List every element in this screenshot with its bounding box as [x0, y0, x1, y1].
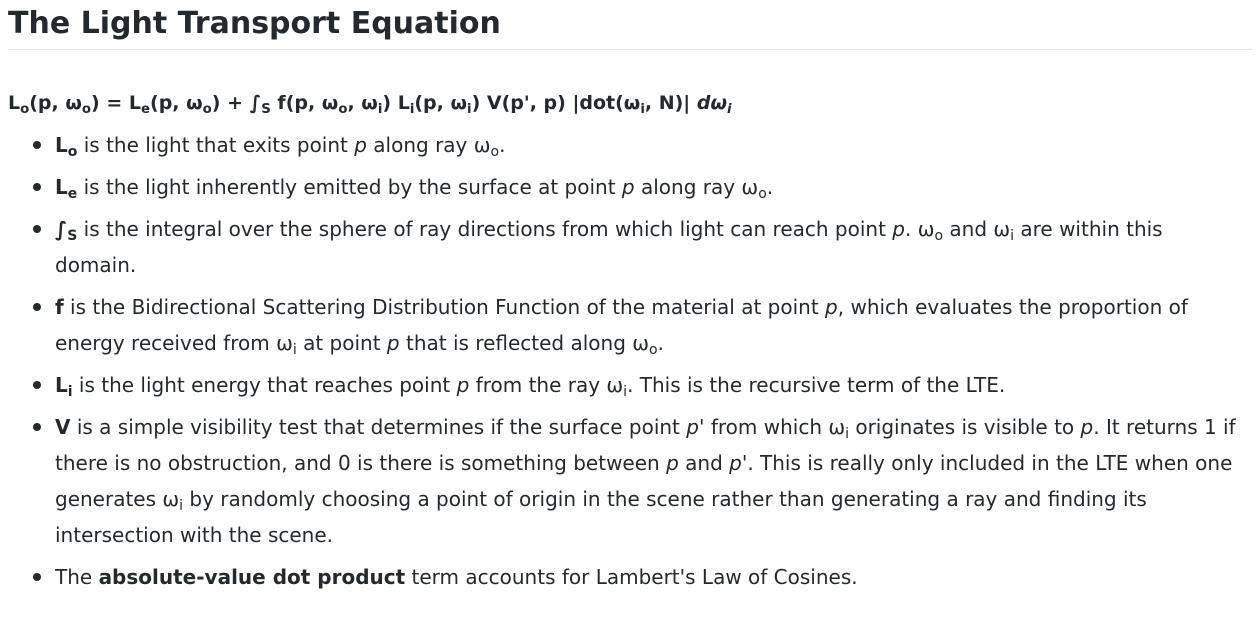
- bullet-icon: [33, 141, 41, 149]
- eq-lo: Lo: [8, 92, 30, 117]
- bullet-icon: [33, 423, 41, 431]
- eq-dot: |dot(ωi, N)|: [572, 92, 697, 117]
- list-item-integral: ∫S is the integral over the sphere of ra…: [8, 211, 1252, 283]
- list-item-lo: Lo is the light that exits point p along…: [8, 127, 1252, 163]
- eq-dw: dωi: [696, 92, 732, 117]
- list-item-visibility: V is a simple visibility test that deter…: [8, 409, 1252, 553]
- list-item-dot-product: The absolute-value dot product term acco…: [8, 559, 1252, 595]
- page-title: The Light Transport Equation: [8, 0, 1252, 50]
- eq-integral: ∫S: [249, 92, 271, 117]
- bullet-icon: [33, 225, 41, 233]
- eq-li: Li: [397, 92, 415, 117]
- eq-le: Le: [128, 92, 151, 117]
- definition-list: Lo is the light that exits point p along…: [8, 117, 1252, 595]
- document-page: The Light Transport Equation Lo(p, ωo) =…: [0, 0, 1260, 623]
- lte-equation: Lo(p, ωo) = Le(p, ωo) + ∫S f(p, ωo, ωi) …: [8, 92, 732, 117]
- list-item-bsdf: f is the Bidirectional Scattering Distri…: [8, 289, 1252, 361]
- list-item-li: Li is the light energy that reaches poin…: [8, 367, 1252, 403]
- bullet-icon: [33, 303, 41, 311]
- bullet-icon: [33, 381, 41, 389]
- list-item-le: Le is the light inherently emitted by th…: [8, 169, 1252, 205]
- bullet-icon: [33, 573, 41, 581]
- bullet-icon: [33, 183, 41, 191]
- eq-visibility: V(p', p): [486, 92, 573, 114]
